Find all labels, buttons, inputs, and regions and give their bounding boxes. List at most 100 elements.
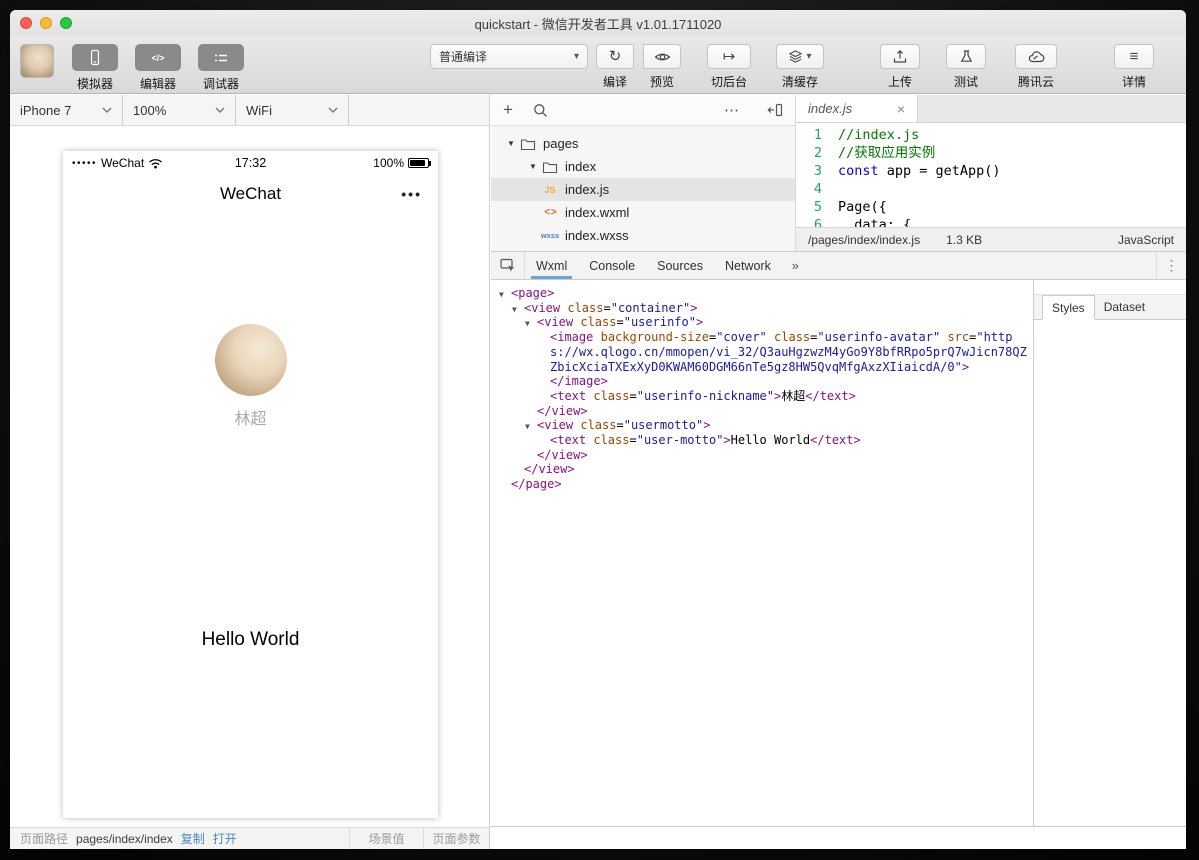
switch-background-button[interactable]: ↦ 切后台 [703,44,755,90]
more-tabs-icon[interactable]: » [782,252,809,279]
wxml-node[interactable]: <image background-size="cover" class="us… [491,330,1029,374]
clock-label: 17:32 [235,156,266,170]
wxml-node[interactable]: </page> [491,477,1029,492]
line-number: 3 [796,162,838,180]
tab-console[interactable]: Console [578,252,646,279]
code-line[interactable]: 3const app = getApp() [796,162,1186,180]
file-panel-toolbar: + ⋯ [491,95,795,126]
close-tab-icon[interactable]: × [897,101,905,117]
test-button[interactable]: 测试 [944,44,988,90]
wxml-node[interactable]: <text class="userinfo-nickname">林超</text… [491,389,1029,404]
preview-button[interactable]: 预览 [638,44,686,90]
line-number: 1 [796,126,838,144]
wxml-node[interactable]: </view> [491,448,1029,463]
minimize-window-button[interactable] [40,17,52,29]
styles-tab-bar: Styles Dataset [1034,294,1186,320]
phone-nav-bar: WeChat ••• [63,175,438,213]
file-path-label: /pages/index/index.js [808,233,920,247]
titlebar: quickstart - 微信开发者工具 v1.01.1711020 [10,10,1186,36]
copy-link[interactable]: 复制 [181,830,205,847]
code-line[interactable]: 5Page({ [796,198,1186,216]
main-content: iPhone 7 100% WiFi ••••• WeChat [10,95,1186,849]
clear-cache-button[interactable]: ▾ 清缓存 [772,44,828,90]
open-link[interactable]: 打开 [213,830,237,847]
wxml-tree: ▼<page>▼<view class="container">▼<view c… [491,280,1033,826]
close-window-button[interactable] [20,17,32,29]
tree-file-index-js[interactable]: JS index.js [491,178,795,201]
battery-percent: 100% [373,156,404,170]
page-params-button[interactable]: 页面参数 [423,828,489,849]
bottom-strip [491,826,1186,849]
zoom-window-button[interactable] [60,17,72,29]
upload-button[interactable]: 上传 [878,44,922,90]
editor-tab-index-js[interactable]: index.js × [796,95,918,122]
collapse-panel-icon[interactable] [767,103,783,117]
language-label[interactable]: JavaScript [1118,233,1174,247]
wxml-node[interactable]: ▼<view class="container"> [491,301,1029,316]
wxml-node[interactable]: ▼<page> [491,286,1029,301]
devtools-menu-icon[interactable]: ⋮ [1156,252,1186,279]
tab-styles[interactable]: Styles [1042,295,1095,320]
phone-screen: ••••• WeChat 17:32 100% WeChat ••• 林超 He… [63,151,438,818]
network-select[interactable]: WiFi [236,95,349,125]
line-number: 2 [796,144,838,162]
mini-program-menu-button[interactable]: ••• [401,186,422,202]
page-path-label: 页面路径 [20,830,68,847]
tab-dataset[interactable]: Dataset [1095,295,1154,319]
code-lines[interactable]: 1//index.js2//获取应用实例3const app = getApp(… [796,123,1186,227]
refresh-icon: ↻ [609,49,622,64]
wxml-node[interactable]: </view> [491,404,1029,419]
user-profile-avatar[interactable] [215,324,287,396]
wxml-node[interactable]: ▼<view class="userinfo"> [491,315,1029,330]
right-area: + ⋯ ▼ pages ▼ [491,95,1186,849]
compile-button[interactable]: ↻ 编译 [591,44,639,90]
wifi-icon [148,158,163,169]
code-line[interactable]: 6 data: { [796,216,1186,227]
more-options-button[interactable]: ⋯ [724,101,739,119]
device-bar: iPhone 7 100% WiFi [10,95,489,126]
motto-label: Hello World [63,629,438,651]
tab-wxml[interactable]: Wxml [525,252,578,279]
inspect-element-icon[interactable] [491,252,525,279]
tree-folder-index[interactable]: ▼ index [491,155,795,178]
wxml-file-icon: < > [539,207,561,218]
editor-tab-bar: index.js × [796,95,1186,123]
arrow-from-bar-icon: ↦ [723,49,736,64]
tree-file-index-wxml[interactable]: < > index.wxml [491,201,795,224]
tree-folder-pages[interactable]: ▼ pages [491,132,795,155]
file-tree: ▼ pages ▼ index JS index.js [491,126,795,247]
code-line[interactable]: 2//获取应用实例 [796,144,1186,162]
phone-icon [72,44,118,71]
wxml-node[interactable]: ▼<view class="usermotto"> [491,418,1029,433]
scene-value-button[interactable]: 场景值 [349,828,423,849]
user-avatar[interactable] [20,44,54,78]
simulator-button[interactable]: 模拟器 [71,44,119,92]
add-file-button[interactable]: + [503,100,533,120]
tab-network[interactable]: Network [714,252,782,279]
device-select[interactable]: iPhone 7 [10,95,123,125]
tencent-cloud-button[interactable]: 腾讯云 [1010,44,1062,90]
debugger-button[interactable]: 调试器 [197,44,245,92]
wxss-file-icon: wxss [539,231,561,240]
compile-mode-select[interactable]: 普通编译 ▾ [430,44,588,69]
wxml-node[interactable]: </image> [491,374,1029,389]
code-line[interactable]: 1//index.js [796,126,1186,144]
zoom-select[interactable]: 100% [123,95,236,125]
code-line[interactable]: 4 [796,180,1186,198]
search-icon[interactable] [533,103,548,118]
devtools-panel: Wxml Console Sources Network » ⋮ ▼<page>… [491,251,1186,826]
wxml-node[interactable]: </view> [491,462,1029,477]
file-panel: + ⋯ ▼ pages ▼ [491,95,796,251]
folder-icon [539,160,561,174]
chevron-down-icon [328,107,338,113]
line-number: 4 [796,180,838,198]
wxml-node[interactable]: <text class="user-motto">Hello World</te… [491,433,1029,448]
toolbar: 模拟器 </> 编辑器 调试器 普通编译 ▾ ↻ 编译 [10,36,1186,94]
details-button[interactable]: ≡ 详情 [1112,44,1156,90]
editor-button[interactable]: </> 编辑器 [134,44,182,92]
phone-status-bar: ••••• WeChat 17:32 100% [63,151,438,175]
cloud-icon [1028,50,1045,63]
tree-file-index-wxss[interactable]: wxss index.wxss [491,224,795,247]
tab-sources[interactable]: Sources [646,252,714,279]
tree-arrow-icon: ▼ [527,162,539,171]
